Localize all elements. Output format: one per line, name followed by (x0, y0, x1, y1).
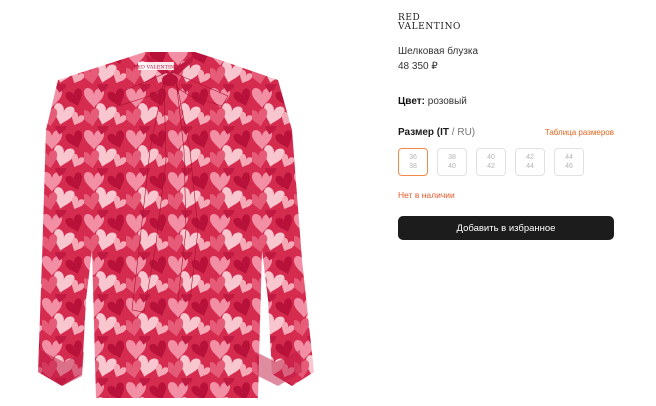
size-option-42[interactable]: 42 44 (515, 148, 545, 176)
color-value: розовый (427, 96, 467, 107)
size-option-38[interactable]: 38 40 (437, 148, 467, 176)
size-label-ru: RU) (457, 127, 476, 138)
size-label-it: (IT (436, 127, 450, 138)
size-option-ru: 46 (565, 163, 573, 170)
product-price: 48 350 ₽ (398, 61, 438, 72)
size-option-36[interactable]: 36 38 (398, 148, 428, 176)
blouse-tag-label: RED VALENTINO (133, 65, 178, 71)
size-option-ru: 40 (448, 163, 456, 170)
brand-logo[interactable]: RED VALENTINO (398, 14, 462, 32)
size-option-40[interactable]: 40 42 (476, 148, 506, 176)
availability-status: Нет в наличии (398, 190, 455, 200)
size-option-it: 38 (448, 154, 456, 161)
size-option-it: 44 (565, 154, 573, 161)
add-to-favorites-button[interactable]: Добавить в избранное (398, 216, 614, 240)
size-header: Размер (IT / RU) Таблица размеров (398, 127, 614, 138)
size-option-ru: 42 (487, 163, 495, 170)
size-options: 36 38 38 40 40 42 42 44 44 46 (398, 148, 628, 176)
product-title: Шелковая блузка (398, 46, 479, 57)
size-option-it: 42 (526, 154, 534, 161)
size-option-ru: 38 (409, 163, 417, 170)
size-guide-link[interactable]: Таблица размеров (545, 128, 614, 137)
product-image[interactable]: RED VALENTINO (0, 0, 320, 406)
size-label-main: Размер (398, 127, 435, 138)
size-option-it: 40 (487, 154, 495, 161)
size-option-44[interactable]: 44 46 (554, 148, 584, 176)
color-row: Цвет: розовый (398, 96, 628, 107)
size-label: Размер (IT / RU) (398, 127, 475, 138)
size-option-ru: 44 (526, 163, 534, 170)
color-label: Цвет: (398, 96, 425, 107)
blouse-illustration: RED VALENTINO (38, 52, 314, 398)
size-option-it: 36 (409, 154, 417, 161)
brand-logo-line2: VALENTINO (398, 22, 462, 32)
